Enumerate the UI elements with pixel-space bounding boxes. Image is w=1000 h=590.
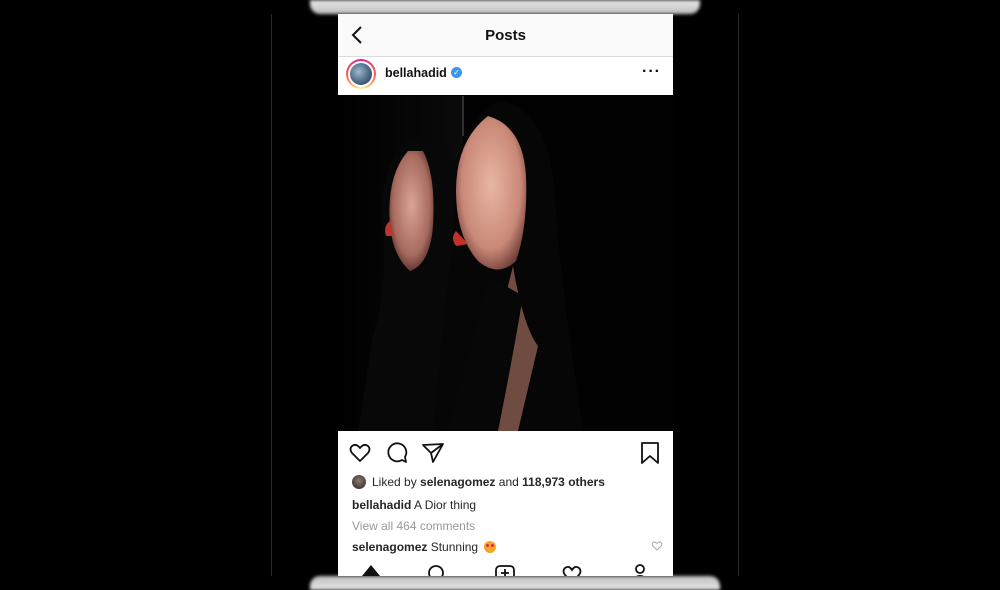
more-horizontal-icon[interactable]: ···	[642, 63, 661, 81]
comment-like-heart-icon[interactable]	[651, 540, 663, 552]
avatar[interactable]	[346, 59, 376, 89]
bottom-screen-glare	[310, 576, 720, 590]
post-actions-panel: Liked by selenagomez and 118,973 others …	[338, 431, 673, 576]
heart-eyes-emoji-icon	[484, 541, 497, 553]
liked-user[interactable]: selenagomez	[420, 475, 495, 489]
new-post-icon[interactable]	[495, 564, 515, 576]
comment-username[interactable]: selenagomez	[352, 540, 427, 554]
top-screen-glare	[310, 0, 700, 14]
liked-others[interactable]: 118,973 others	[522, 475, 605, 489]
caption-username[interactable]: bellahadid	[352, 498, 411, 512]
comment-icon[interactable]	[385, 441, 409, 465]
page-title: Posts	[485, 27, 526, 44]
phone-screen: Posts bellahadid ✓ ··· Liked by selenago…	[338, 14, 673, 576]
post-caption: bellahadid A Dior thing	[352, 498, 476, 512]
activity-heart-icon[interactable]	[562, 564, 582, 576]
liked-and: and	[498, 475, 519, 489]
send-icon[interactable]	[421, 441, 445, 465]
left-frame-edge	[271, 14, 272, 576]
post-username[interactable]: bellahadid	[385, 66, 447, 80]
profile-icon[interactable]	[630, 564, 650, 576]
heart-icon[interactable]	[348, 441, 372, 465]
search-icon[interactable]	[426, 564, 446, 576]
caption-text: A Dior thing	[414, 498, 477, 512]
comment-row: selenagomez Stunning	[352, 540, 497, 554]
home-icon[interactable]	[361, 564, 381, 576]
portrait-photo	[338, 96, 673, 431]
verified-badge-icon: ✓	[451, 67, 462, 78]
bookmark-icon[interactable]	[638, 441, 662, 465]
right-frame-edge	[738, 14, 739, 576]
bottom-tab-bar	[338, 564, 673, 576]
view-comments-link[interactable]: View all 464 comments	[352, 519, 475, 533]
top-nav-bar: Posts	[338, 14, 673, 57]
liked-user-avatar	[352, 475, 366, 489]
comment-text: Stunning	[430, 540, 479, 554]
liked-prefix: Liked by	[372, 475, 417, 489]
post-image[interactable]	[338, 96, 673, 431]
post-header: bellahadid ✓ ···	[338, 57, 673, 95]
